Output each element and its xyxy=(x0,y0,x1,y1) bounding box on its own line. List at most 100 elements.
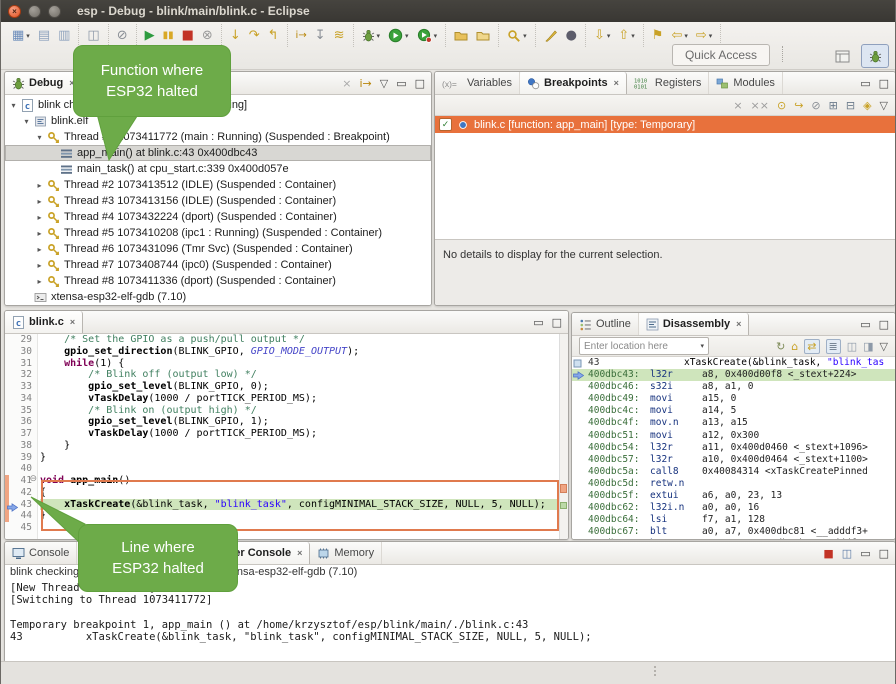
view-menu-icon[interactable]: ▽ xyxy=(880,341,888,352)
disassembly-row[interactable]: 400dbc57:l32ra10, 0x400d0464 <_stext+110… xyxy=(572,454,895,466)
window-close-button[interactable]: × xyxy=(8,5,21,18)
debug-thread-tree[interactable]: ▾cblink checking [GDB Hardware Debugging… xyxy=(5,95,431,305)
tab-debug[interactable]: Debug× xyxy=(5,72,83,94)
tab-breakpoints[interactable]: Breakpoints× xyxy=(520,72,627,94)
show-source-icon[interactable]: ≣ xyxy=(826,339,841,354)
window-minimize-button[interactable] xyxy=(28,5,41,18)
expand-all-icon[interactable]: ⊞ xyxy=(829,100,838,111)
remove-selected-breakpoints-icon[interactable]: × xyxy=(733,100,742,111)
debug-tree-item[interactable]: ▸Thread #4 1073432224 (dport) (Suspended… xyxy=(5,209,431,225)
maximize-icon[interactable]: □ xyxy=(879,548,889,559)
skip-all-breakpoints[interactable]: ⊘ xyxy=(113,24,132,47)
disassembly-row[interactable]: 400dbc4c:movia14, 5 xyxy=(572,405,895,417)
close-tab-icon[interactable]: × xyxy=(297,548,302,558)
search[interactable]: ▾ xyxy=(503,24,531,47)
disassembly-row[interactable]: 400dbc6a:bnonea0, a1, 0x400dbc8b <__addd… xyxy=(572,538,895,539)
step-return[interactable]: ↰ xyxy=(264,24,283,47)
link-with-debug-view-icon[interactable]: ◈ xyxy=(863,100,871,111)
debug-tree-item[interactable]: app_main() at blink.c:43 0x400dbc43 xyxy=(5,145,431,161)
collapse-arrow-icon[interactable]: ▾ xyxy=(8,101,19,110)
fold-collapse-icon[interactable]: ⊖ xyxy=(29,474,37,484)
location-combo[interactable]: Enter location here ▾ xyxy=(579,337,709,355)
instruction-stepping-mode-icon[interactable]: i→ xyxy=(359,78,371,89)
debug-tree-item[interactable]: xtensa-esp32-elf-gdb (7.10) xyxy=(5,289,431,305)
save-all[interactable]: ▥ xyxy=(54,24,74,47)
disassembly-row[interactable]: 400dbc5f:extuia6, a0, 23, 13 xyxy=(572,490,895,502)
close-tab-icon[interactable]: × xyxy=(70,317,75,327)
expand-arrow-icon[interactable]: ▸ xyxy=(34,261,45,270)
refresh-view-icon[interactable]: ↻ xyxy=(776,341,785,352)
code-area[interactable]: /* Set the GPIO as a push/pull output */… xyxy=(38,334,568,539)
debug-tree-item[interactable]: ▸Thread #7 1073408744 (ipc0) (Suspended … xyxy=(5,257,431,273)
minimize-icon[interactable]: ▭ xyxy=(860,548,870,559)
suspend[interactable]: ▮▮ xyxy=(159,24,178,47)
maximize-icon[interactable]: □ xyxy=(879,78,889,89)
disassembly-listing[interactable]: 43xTaskCreate(&blink_task, "blink_tas400… xyxy=(572,357,895,539)
open-new-view-icon[interactable]: ◫ xyxy=(847,341,857,352)
tab-outline[interactable]: Outline xyxy=(572,313,639,335)
expand-arrow-icon[interactable]: ▸ xyxy=(34,213,45,222)
resume[interactable]: ▶ xyxy=(141,24,159,47)
disassembly-row[interactable]: 400dbc46:s32ia8, a1, 0 xyxy=(572,381,895,393)
tab-variables[interactable]: (x)=Variables xyxy=(435,72,520,94)
minimize-icon[interactable]: ▭ xyxy=(396,78,406,89)
new-wizard[interactable]: ▦▾ xyxy=(8,24,34,47)
instruction-stepping-toggle[interactable]: i→ xyxy=(292,24,311,47)
last-edit-location[interactable]: ⚑ xyxy=(648,24,668,47)
view-menu-icon[interactable]: ▽ xyxy=(880,100,888,111)
previous-annotation[interactable]: ⇧▾ xyxy=(614,24,638,47)
disassembly-row[interactable]: 400dbc5d:retw.n xyxy=(572,478,895,490)
pin-view-icon[interactable]: ◨ xyxy=(863,341,873,352)
terminate-console-icon[interactable]: ■ xyxy=(823,548,833,559)
debug-tree-item[interactable]: ▸Thread #6 1073431096 (Tmr Svc) (Suspend… xyxy=(5,241,431,257)
disassembly-row[interactable]: 400dbc62:l32i.na0, a0, 16 xyxy=(572,502,895,514)
tab-registers[interactable]: 10100101Registers xyxy=(627,72,709,94)
collapse-all-icon[interactable]: ⊟ xyxy=(846,100,855,111)
quick-access-button[interactable]: Quick Access xyxy=(672,44,770,66)
disconnect[interactable]: ⊗ xyxy=(198,24,217,47)
minimize-icon[interactable]: ▭ xyxy=(533,317,543,328)
expand-arrow-icon[interactable]: ▸ xyxy=(34,245,45,254)
tab-disassembly[interactable]: Disassembly× xyxy=(639,313,750,335)
next-annotation[interactable]: ⇩▾ xyxy=(590,24,614,47)
go-home-icon[interactable]: ⌂ xyxy=(791,341,798,352)
mark-occurrences[interactable] xyxy=(540,24,562,47)
open-project[interactable] xyxy=(472,24,494,47)
overview-mark-current-line[interactable] xyxy=(560,502,567,509)
tab-blink-c[interactable]: cblink.c× xyxy=(5,311,83,333)
disassembly-row[interactable]: 400dbc49:movia15, 0 xyxy=(572,393,895,405)
disassembly-row[interactable]: 400dbc5a:call80x40084314 <xTaskCreatePin… xyxy=(572,466,895,478)
tab-modules[interactable]: Modules xyxy=(709,72,783,94)
drop-to-frame[interactable]: ↧ xyxy=(311,24,330,47)
open-web-browser[interactable]: ● xyxy=(562,24,581,47)
debug-perspective-button[interactable] xyxy=(861,44,889,68)
disassembly-row[interactable]: 400dbc51:movia12, 0x300 xyxy=(572,430,895,442)
show-breakpoints-supported-icon[interactable]: ⊙ xyxy=(777,100,786,111)
expand-arrow-icon[interactable]: ▸ xyxy=(34,277,45,286)
collapse-arrow-icon[interactable]: ▾ xyxy=(34,133,45,142)
print[interactable]: ◫ xyxy=(83,24,103,47)
skip-all-breakpoints-view-icon[interactable]: ⊘ xyxy=(811,100,820,111)
run-history[interactable]: ▾ xyxy=(384,24,413,47)
use-step-filters[interactable]: ≋ xyxy=(330,24,349,47)
view-menu-icon[interactable]: ▽ xyxy=(380,78,388,89)
sync-with-active-debug-context-icon[interactable]: ⇄ xyxy=(804,339,819,354)
disassembly-row[interactable]: 400dbc67:blta0, a7, 0x400dbc81 <__adddf3… xyxy=(572,526,895,538)
disassembly-row[interactable]: 400dbc43:l32ra8, 0x400d00f8 <_stext+224> xyxy=(572,369,895,381)
overview-mark-range[interactable] xyxy=(560,484,567,493)
disassembly-row[interactable]: 400dbc54:l32ra11, 0x400d0460 <_stext+109… xyxy=(572,442,895,454)
external-tools[interactable]: ▾ xyxy=(413,24,442,47)
breakpoint-item[interactable]: ✓blink.c [function: app_main] [type: Tem… xyxy=(435,116,895,133)
remove-all-terminated-icon[interactable]: × xyxy=(342,78,351,89)
step-over[interactable]: ↷ xyxy=(245,24,264,47)
tab-memory[interactable]: Memory xyxy=(310,542,382,564)
disassembly-row[interactable]: 400dbc4f:mov.na13, a15 xyxy=(572,417,895,429)
close-tab-icon[interactable]: × xyxy=(614,78,619,88)
expand-arrow-icon[interactable]: ▸ xyxy=(34,197,45,206)
remove-all-breakpoints-icon[interactable]: ×× xyxy=(751,100,769,111)
terminate[interactable]: ■ xyxy=(178,24,198,47)
debug-tree-item[interactable]: ▸Thread #2 1073413512 (IDLE) (Suspended … xyxy=(5,177,431,193)
new-c-project[interactable] xyxy=(450,24,472,47)
disassembly-row[interactable]: 400dbc64:lsif7, a1, 128 xyxy=(572,514,895,526)
statusbar-drag-handle[interactable] xyxy=(654,666,656,676)
